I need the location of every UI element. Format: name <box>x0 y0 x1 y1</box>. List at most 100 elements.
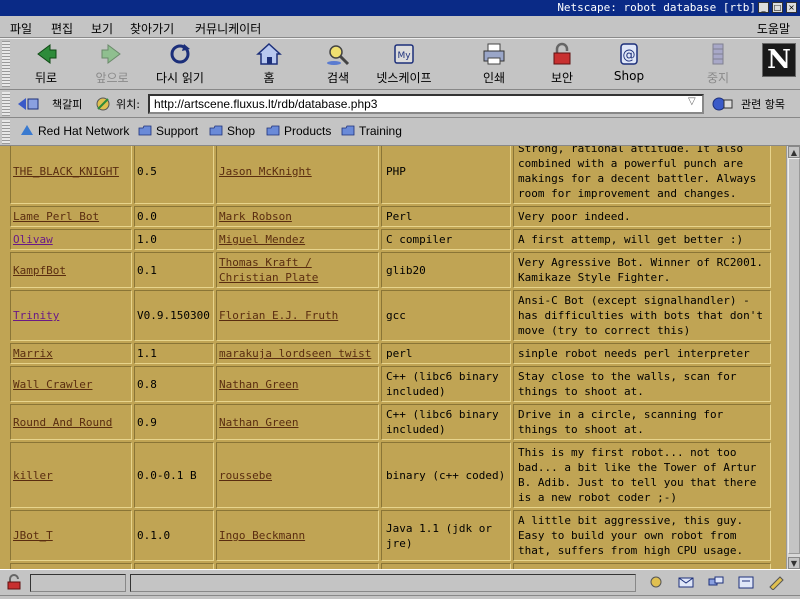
robot-description: Very Agressive Bot. Winner of RC2001. Ka… <box>518 256 764 284</box>
window-titlebar[interactable]: Netscape: robot database [rtb] _ □ × <box>0 0 800 16</box>
netscape-my-icon: My <box>394 44 414 64</box>
netscape-label: 넷스케이프 <box>376 71 432 85</box>
personal-grip[interactable] <box>2 120 10 144</box>
robot-language: C++ (libc6 binary included) <box>386 370 499 398</box>
security-status-icon[interactable] <box>4 574 24 590</box>
bookmark-label: Products <box>284 124 332 138</box>
scroll-up-arrow[interactable]: ▲ <box>788 146 800 158</box>
menu-communicator[interactable]: 커뮤니케이터 <box>195 20 261 37</box>
home-label: 홈 <box>263 71 275 85</box>
shop-button[interactable]: @ Shop <box>597 41 661 89</box>
robot-author-link[interactable]: Nathan Green <box>219 416 298 429</box>
forward-label: 앞으로 <box>95 71 129 85</box>
stop-button[interactable]: 중지 <box>686 41 750 89</box>
robot-language: gcc <box>386 309 406 322</box>
related-label[interactable]: 관련 항목 <box>741 96 785 112</box>
url-input[interactable]: http://artscene.fluxus.lt/rdb/database.p… <box>148 94 704 114</box>
robot-version: 0.5 <box>137 164 157 178</box>
robot-author-link[interactable]: Ingo Beckmann <box>219 529 305 542</box>
robot-author-link[interactable]: Florian E.J. Fruth <box>219 309 338 322</box>
bookmark-shop[interactable]: Shop <box>209 124 255 138</box>
robot-author-link[interactable]: Thomas Kraft / Christian Plate <box>219 256 318 284</box>
robot-author-link[interactable]: Jason McKnight <box>219 165 312 178</box>
menu-file[interactable]: 파일 <box>10 20 32 37</box>
robot-description: Very poor indeed. <box>518 210 631 223</box>
bookmarks-label[interactable]: 책갈피 <box>52 96 82 112</box>
bookmark-support[interactable]: Support <box>138 124 198 138</box>
bookmarks-icon[interactable] <box>16 95 42 113</box>
progress-field <box>30 574 126 592</box>
back-button[interactable]: 뒤로 <box>14 41 78 89</box>
robot-description-cell: Very Agressive Bot. Winner of RC2001. Ka… <box>513 252 771 288</box>
menu-view[interactable]: 보기 <box>91 20 113 37</box>
robot-author-link[interactable]: Miguel Mendez <box>219 233 305 246</box>
minimize-button[interactable]: _ <box>758 2 769 13</box>
scroll-down-arrow[interactable]: ▼ <box>788 557 800 569</box>
netscape-logo[interactable]: N <box>762 43 796 77</box>
robot-author-cell: Florian E.J. Fruth <box>216 290 379 341</box>
robot-name-link[interactable]: JBot_T <box>13 529 53 542</box>
location-grip[interactable] <box>2 92 10 116</box>
bookmark-products[interactable]: Products <box>266 124 331 138</box>
bookmark-red-hat-network[interactable]: Red Hat Network <box>20 124 129 138</box>
robot-author-link[interactable]: Mark Robson <box>219 210 292 223</box>
location-icon[interactable] <box>94 95 112 113</box>
robot-name-link[interactable]: killer <box>13 469 53 482</box>
bookmark-folder-icon <box>341 125 355 136</box>
window-title: Netscape: robot database [rtb] <box>557 1 756 14</box>
vertical-scrollbar[interactable]: ▲ ▼ <box>786 146 800 569</box>
robot-language: perl <box>386 347 413 360</box>
robot-author-link[interactable]: marakuja lordseen twist <box>219 347 371 360</box>
navigator-component-icon[interactable] <box>646 574 666 590</box>
robot-description-cell: This is my first robot... not too bad...… <box>513 442 771 508</box>
toolbar-grip[interactable] <box>2 41 10 87</box>
robot-version: 0.0-0.1 B <box>137 468 197 482</box>
svg-text:@: @ <box>623 48 636 63</box>
stop-icon <box>712 43 724 65</box>
menu-edit[interactable]: 편집 <box>51 20 73 37</box>
robot-name-link[interactable]: Lame Perl Bot <box>13 210 99 223</box>
netscape-button[interactable]: My 넷스케이프 <box>372 41 436 89</box>
robot-version-cell: 0.0 <box>134 206 214 227</box>
composer-component-icon[interactable] <box>766 574 786 590</box>
menu-help[interactable]: 도움말 <box>757 20 790 37</box>
robot-language-cell: glib20 <box>381 252 511 288</box>
robot-description-cell: Very poor indeed. <box>513 206 771 227</box>
robot-row: killer 0.0-0.1 B roussebe binary (c++ coded… <box>10 442 771 508</box>
robot-version-cell: 0.1.0 <box>134 510 214 561</box>
robot-description: Strong, rational attitude. It also combi… <box>518 146 757 200</box>
home-button[interactable]: 홈 <box>237 41 301 89</box>
security-button[interactable]: 보안 <box>530 41 594 89</box>
close-button[interactable]: × <box>786 2 797 13</box>
robot-author-link[interactable]: roussebe <box>219 469 272 482</box>
robot-name-link[interactable]: Marrix <box>13 347 53 360</box>
robot-name-link[interactable]: Trinity <box>13 309 59 322</box>
robot-version-cell: 0.9 <box>134 404 214 440</box>
robot-name-cell: Olivaw <box>10 229 132 250</box>
newsgroups-component-icon[interactable] <box>706 574 726 590</box>
related-icon[interactable] <box>710 95 736 113</box>
robot-name-link[interactable]: Round And Round <box>13 416 112 429</box>
reload-button[interactable]: 다시 읽기 <box>148 41 212 89</box>
mail-component-icon[interactable] <box>676 574 696 590</box>
scroll-thumb[interactable] <box>788 158 800 554</box>
robot-author-link[interactable]: Nathan Green <box>219 378 298 391</box>
search-button[interactable]: 검색 <box>306 41 370 89</box>
address-book-icon[interactable] <box>736 574 756 590</box>
bookmark-label: Support <box>156 124 199 138</box>
bookmark-training[interactable]: Training <box>341 124 402 138</box>
page-content[interactable]: THE_BLACK_KNIGHT 0.5 Jason McKnight PHP Stro… <box>0 146 786 569</box>
maximize-button[interactable]: □ <box>772 2 783 13</box>
robot-name-link[interactable]: THE_BLACK_KNIGHT <box>13 165 119 178</box>
forward-button[interactable]: 앞으로 <box>80 41 144 89</box>
robot-row: Marrix 1.1 marakuja lordseen twist perl sinp… <box>10 343 771 364</box>
robot-description-cell: sinple robot needs perl interpreter <box>513 343 771 364</box>
robot-language: C compiler <box>386 233 453 246</box>
robot-author-cell: Ingo Beckmann <box>216 510 379 561</box>
robot-name-link[interactable]: Wall Crawler <box>13 378 92 391</box>
robot-name-link[interactable]: KampfBot <box>13 264 66 277</box>
print-button[interactable]: 인쇄 <box>462 41 526 89</box>
menu-go[interactable]: 찾아가기 <box>130 20 174 37</box>
url-dropdown-icon[interactable]: ▽ <box>688 96 702 112</box>
robot-name-link[interactable]: Olivaw <box>13 233 53 246</box>
